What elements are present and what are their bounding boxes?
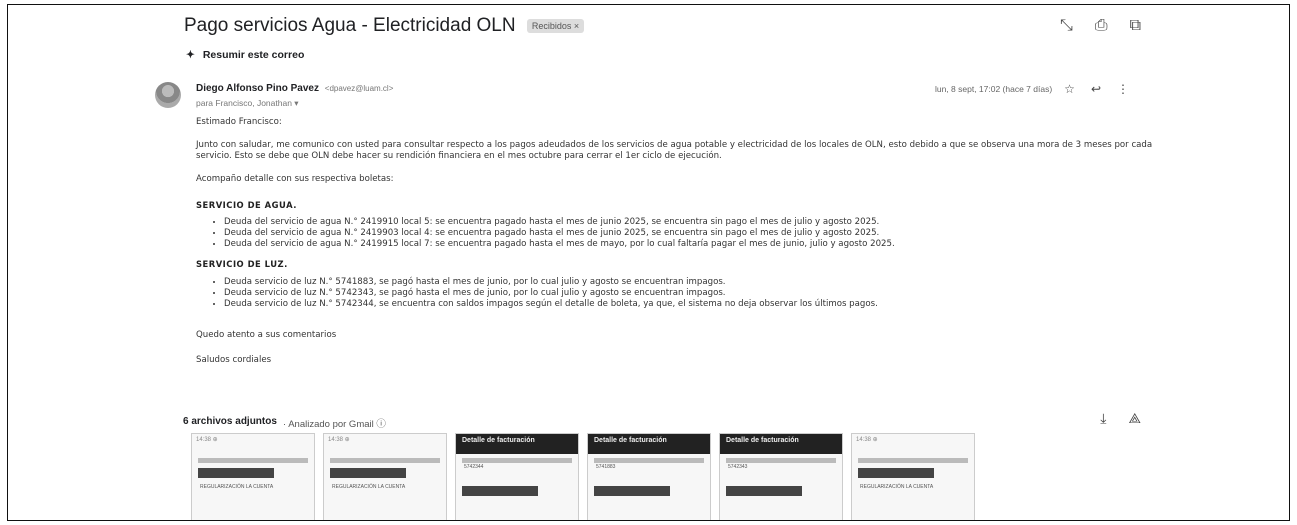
more-vert-icon[interactable]: ⋮ (1117, 82, 1129, 96)
avatar[interactable] (155, 82, 181, 108)
sender-email: <dpavez@luam.cl> (324, 84, 394, 93)
thumbnail-block (462, 486, 538, 496)
list-item: Deuda servicio de luz N.° 5741883, se pa… (224, 277, 1156, 288)
attachment-thumbnail[interactable]: Detalle de facturación 5741883 (587, 433, 711, 520)
attachment-thumbnail[interactable]: 14:38 ⊕ REGULARIZACIÓN LA CUENTA (851, 433, 975, 520)
attachment-thumbnail[interactable]: 14:38 ⊕ REGULARIZACIÓN LA CUENTA (191, 433, 315, 520)
email-view: Pago servicios Agua - Electricidad OLN R… (7, 4, 1290, 521)
list-item: Deuda del servicio de agua N.° 2419915 l… (224, 239, 1156, 250)
attachments-title: 6 archivos adjuntos (183, 416, 277, 427)
download-all-icon[interactable]: ⤓ (1100, 410, 1106, 427)
thumbnail-caption: REGULARIZACIÓN LA CUENTA (860, 484, 934, 490)
light-list: Deuda servicio de luz N.° 5741883, se pa… (196, 277, 1156, 310)
thumbnail-block (198, 468, 274, 478)
message-meta: lun, 8 sept, 17:02 (hace 7 días) ☆ ↩ ⋮ (935, 82, 1129, 96)
thumbnail-header: 14:38 ⊕ (328, 437, 350, 443)
thumbnail-caption: REGULARIZACIÓN LA CUENTA (332, 484, 406, 490)
thumbnail-header: 14:38 ⊕ (196, 437, 218, 443)
star-icon[interactable]: ☆ (1064, 82, 1075, 96)
thumbnail-bar (330, 458, 440, 463)
thumbnail-block (594, 486, 670, 496)
list-item: Deuda del servicio de agua N.° 2419903 l… (224, 228, 1156, 239)
sender[interactable]: Diego Alfonso Pino Pavez <dpavez@luam.cl… (196, 83, 393, 94)
open-new-window-icon[interactable]: ⧉ (1130, 17, 1141, 35)
thumbnail-bar (198, 458, 308, 463)
paragraph-2: Acompaño detalle con sus respectiva bole… (196, 174, 394, 184)
water-list: Deuda del servicio de agua N.° 2419910 l… (196, 217, 1156, 250)
sender-name: Diego Alfonso Pino Pavez (196, 83, 319, 94)
summarize-button[interactable]: ✦ Resumir este correo (186, 49, 304, 61)
print-icon[interactable]: ⎙ (1095, 17, 1108, 35)
closing-2: Saludos cordiales (196, 355, 272, 365)
thumbnail-header: Detalle de facturación (720, 434, 842, 454)
add-to-drive-icon[interactable]: ⟁ (1129, 410, 1142, 427)
reply-icon[interactable]: ↩ (1091, 82, 1101, 96)
recipients-dropdown[interactable]: para Francisco, Jonathan ▾ (196, 98, 299, 109)
date-text: lun, 8 sept, 17:02 (hace 7 días) (934, 84, 1053, 94)
expand-icon[interactable]: ⤡ (1060, 17, 1073, 35)
thumbnail-caption: REGULARIZACIÓN LA CUENTA (200, 484, 274, 490)
greeting: Estimado Francisco: (196, 117, 282, 127)
paragraph-1: Junto con saludar, me comunico con usted… (196, 140, 1153, 161)
inbox-label-chip[interactable]: Recibidos × (526, 18, 585, 33)
thumbnail-header: 14:38 ⊕ (856, 437, 878, 443)
thumbnail-caption: 5741883 (596, 464, 616, 470)
closing-1: Quedo atento a sus comentarios (196, 330, 337, 340)
thumbnail-block (726, 486, 802, 496)
subject-text: Pago servicios Agua - Electricidad OLN (184, 15, 516, 36)
thumbnail-header: Detalle de facturación (588, 434, 710, 454)
light-heading: SERVICIO DE LUZ. (196, 259, 288, 269)
summarize-label: Resumir este correo (202, 49, 305, 61)
thumbnail-block (858, 468, 934, 478)
top-actions: ⤡ ⎙ ⧉ (1060, 17, 1141, 35)
sparkle-icon: ✦ (186, 49, 195, 61)
attachment-thumbnail[interactable]: Detalle de facturación 5742344 (455, 433, 579, 520)
thumbnail-bar (594, 458, 704, 463)
attachment-thumbnail[interactable]: 14:38 ⊕ REGULARIZACIÓN LA CUENTA (323, 433, 447, 520)
thumbnail-caption: 5742343 (728, 464, 748, 470)
email-body: Estimado Francisco: Junto con saludar, m… (196, 117, 1156, 366)
list-item: Deuda del servicio de agua N.° 2419910 l… (224, 217, 1156, 228)
attachments-header: 6 archivos adjuntos · Analizado por Gmai… (183, 416, 386, 430)
thumbnail-header: Detalle de facturación (456, 434, 578, 454)
list-item: Deuda servicio de luz N.° 5742344, se en… (224, 299, 1156, 310)
list-item: Deuda servicio de luz N.° 5742343, se pa… (224, 288, 1156, 299)
attachment-actions: ⤓ ⟁ (1100, 410, 1141, 427)
thumbnail-bar (726, 458, 836, 463)
thumbnail-block (330, 468, 406, 478)
attachment-thumbnails: 14:38 ⊕ REGULARIZACIÓN LA CUENTA 14:38 ⊕ RE… (191, 433, 975, 520)
thumbnail-caption: 5742344 (464, 464, 484, 470)
thumbnail-bar (462, 458, 572, 463)
email-subject: Pago servicios Agua - Electricidad OLN R… (184, 15, 585, 37)
water-heading: SERVICIO DE AGUA. (196, 200, 297, 210)
thumbnail-bar (858, 458, 968, 463)
attachments-subtitle: · Analizado por Gmail ⓘ (282, 419, 386, 430)
attachment-thumbnail[interactable]: Detalle de facturación 5742343 (719, 433, 843, 520)
